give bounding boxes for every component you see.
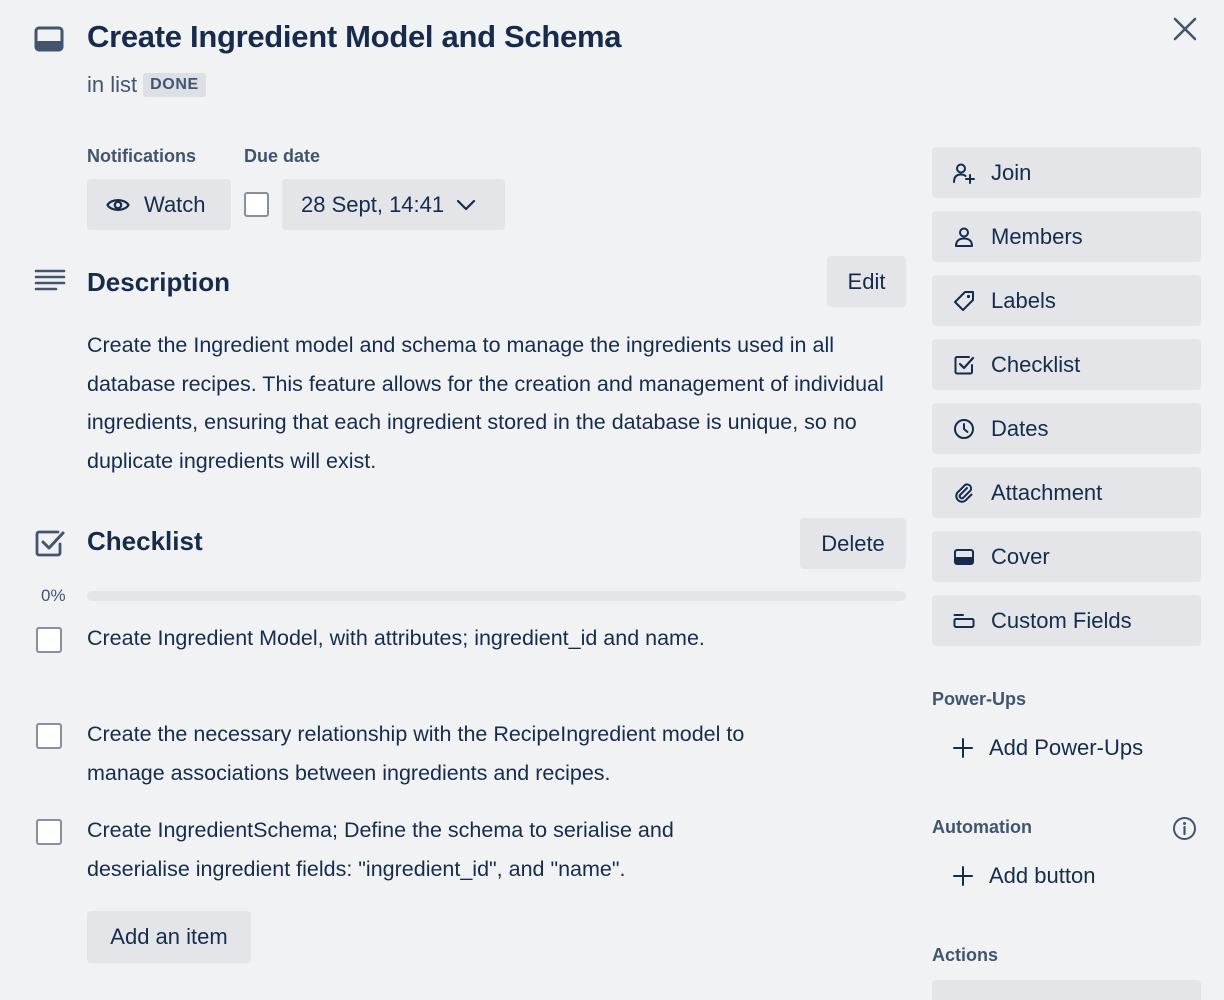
close-icon[interactable] xyxy=(1170,14,1200,44)
due-date-button[interactable]: 28 Sept, 14:41 xyxy=(282,179,505,230)
watch-button[interactable]: Watch xyxy=(87,179,231,230)
custom-fields-icon xyxy=(952,609,976,633)
add-button-button[interactable]: Add button xyxy=(951,854,1095,898)
members-button[interactable]: Members xyxy=(932,211,1201,262)
checklist-item-text[interactable]: Create the necessary relationship with t… xyxy=(87,715,767,793)
clock-icon xyxy=(952,417,976,441)
checklist-item-text[interactable]: Create Ingredient Model, with attributes… xyxy=(87,619,767,658)
add-power-ups-label: Add Power-Ups xyxy=(989,735,1144,760)
due-date-label: Due date xyxy=(244,146,321,166)
checklist-item-text[interactable]: Create IngredientSchema; Define the sche… xyxy=(87,811,767,889)
checklist-progress-percent: 0% xyxy=(41,586,66,605)
checklist-button[interactable]: Checklist xyxy=(932,339,1201,390)
join-button[interactable]: Join xyxy=(932,147,1201,198)
custom-fields-button[interactable]: Custom Fields xyxy=(932,595,1201,646)
paperclip-icon xyxy=(952,481,976,505)
attachment-button[interactable]: Attachment xyxy=(932,467,1201,518)
list-name-badge[interactable]: DONE xyxy=(143,73,206,97)
add-button-label: Add button xyxy=(989,863,1096,888)
custom-fields-label: Custom Fields xyxy=(991,607,1132,633)
labels-button[interactable]: Labels xyxy=(932,275,1201,326)
checklist-label: Checklist xyxy=(991,351,1081,377)
checklist-heading: Checklist xyxy=(87,526,203,556)
info-icon[interactable] xyxy=(1172,816,1197,841)
dates-button[interactable]: Dates xyxy=(932,403,1201,454)
person-icon xyxy=(952,225,976,249)
due-date-value: 28 Sept, 14:41 xyxy=(301,191,445,217)
checklist-section-icon xyxy=(34,528,66,558)
cover-button[interactable]: Cover xyxy=(932,531,1201,582)
notifications-label: Notifications xyxy=(87,146,197,166)
checklist-item-checkbox[interactable] xyxy=(36,723,62,749)
due-date-checkbox[interactable] xyxy=(244,192,269,217)
plus-icon xyxy=(951,864,975,888)
actions-first-button[interactable] xyxy=(932,980,1201,1000)
in-list-label: in list xyxy=(87,72,138,97)
description-heading: Description xyxy=(87,267,231,297)
add-member-icon xyxy=(952,161,976,185)
chevron-down-icon xyxy=(456,199,476,211)
cover-icon xyxy=(952,545,976,569)
edit-description-button[interactable]: Edit xyxy=(827,256,906,307)
checklist-item-checkbox[interactable] xyxy=(36,819,62,845)
checklist-progress-bar xyxy=(87,591,906,601)
add-power-ups-button[interactable]: Add Power-Ups xyxy=(951,726,1143,770)
labels-label: Labels xyxy=(991,287,1056,313)
members-label: Members xyxy=(991,223,1083,249)
power-ups-heading: Power-Ups xyxy=(932,689,1027,709)
automation-heading: Automation xyxy=(932,817,1032,837)
actions-heading: Actions xyxy=(932,945,999,965)
delete-checklist-button[interactable]: Delete xyxy=(800,518,906,569)
description-text[interactable]: Create the Ingredient model and schema t… xyxy=(87,326,907,480)
label-tag-icon xyxy=(952,289,976,313)
card-icon xyxy=(34,26,64,52)
checklist-item-checkbox[interactable] xyxy=(36,627,62,653)
cover-label: Cover xyxy=(991,543,1050,569)
list-info: in list DONE xyxy=(87,72,206,98)
attachment-label: Attachment xyxy=(991,479,1103,505)
card-title[interactable]: Create Ingredient Model and Schema xyxy=(87,19,621,55)
watch-label: Watch xyxy=(144,191,206,217)
eye-icon xyxy=(106,196,130,214)
join-label: Join xyxy=(991,159,1032,185)
plus-icon xyxy=(951,736,975,760)
add-checklist-item-button[interactable]: Add an item xyxy=(87,911,251,963)
description-icon xyxy=(34,268,66,298)
checklist-icon xyxy=(952,353,976,377)
dates-label: Dates xyxy=(991,415,1049,441)
